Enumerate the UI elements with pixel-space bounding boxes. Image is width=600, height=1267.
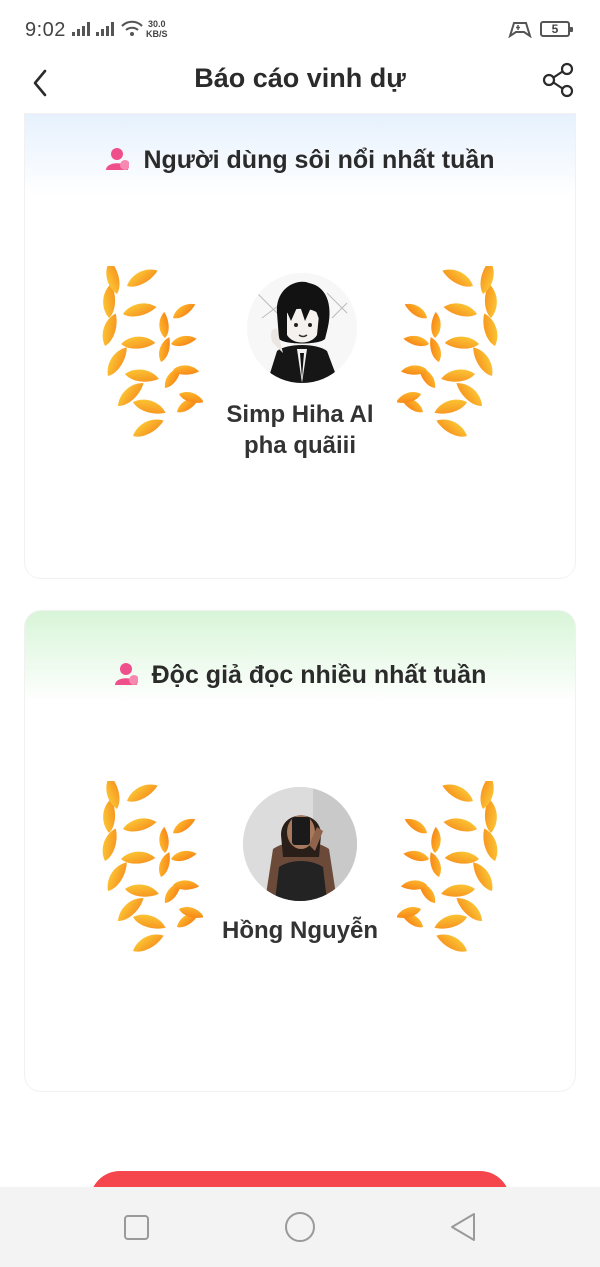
share-button[interactable]	[538, 60, 578, 100]
share-icon	[542, 62, 574, 98]
home-button[interactable]	[280, 1207, 320, 1247]
winner-name: Hồng Nguyễn	[25, 915, 575, 946]
status-bar: 9:02 30.0 KB/S 5	[0, 0, 600, 58]
nav-back-button[interactable]	[443, 1207, 483, 1247]
status-time: 9:02	[25, 19, 66, 41]
person-icon	[114, 663, 138, 685]
page-title: Báo cáo vinh dự	[194, 63, 406, 93]
system-nav-bar	[0, 1187, 600, 1267]
top-reader-card: Độc giả đọc nhiều nhất tuần Hồng Nguyễn	[25, 611, 575, 1091]
winner-name-line1: Simp Hiha Al	[226, 401, 374, 428]
avatar-illustration	[247, 273, 357, 383]
net-speed-unit: KB/S	[146, 29, 168, 39]
winner-name-line2: pha quãiii	[243, 432, 356, 459]
back-icon	[451, 1213, 475, 1241]
avatar[interactable]	[247, 273, 357, 383]
app-header: Báo cáo vinh dự	[0, 58, 600, 114]
section-title: Độc giả đọc nhiều nhất tuần	[25, 661, 575, 690]
home-icon	[285, 1212, 315, 1242]
recent-apps-icon	[124, 1215, 149, 1240]
net-speed-value: 30.0	[147, 19, 166, 29]
network-speed: 30.0 KB/S	[146, 19, 168, 39]
avatar[interactable]	[243, 787, 357, 901]
section-title-text: Người dùng sôi nổi nhất tuần	[143, 146, 495, 174]
person-icon	[106, 148, 130, 170]
battery-icon: 5	[540, 21, 573, 37]
wifi-icon	[121, 20, 143, 36]
avatar-photo	[243, 787, 357, 901]
recent-apps-button[interactable]	[117, 1207, 157, 1247]
signal-icon	[96, 22, 114, 36]
most-active-user-card: Người dùng sôi nổi nhất tuần Simp Hiha A…	[25, 114, 575, 578]
game-mode-icon	[508, 22, 532, 38]
signal-icon	[72, 22, 90, 36]
winner-name: Simp Hiha Al pha quãiii	[25, 399, 575, 461]
section-title-text: Độc giả đọc nhiều nhất tuần	[151, 661, 487, 689]
section-title: Người dùng sôi nổi nhất tuần	[25, 146, 575, 175]
winner-name-line1: Hồng Nguyễn	[222, 917, 378, 944]
